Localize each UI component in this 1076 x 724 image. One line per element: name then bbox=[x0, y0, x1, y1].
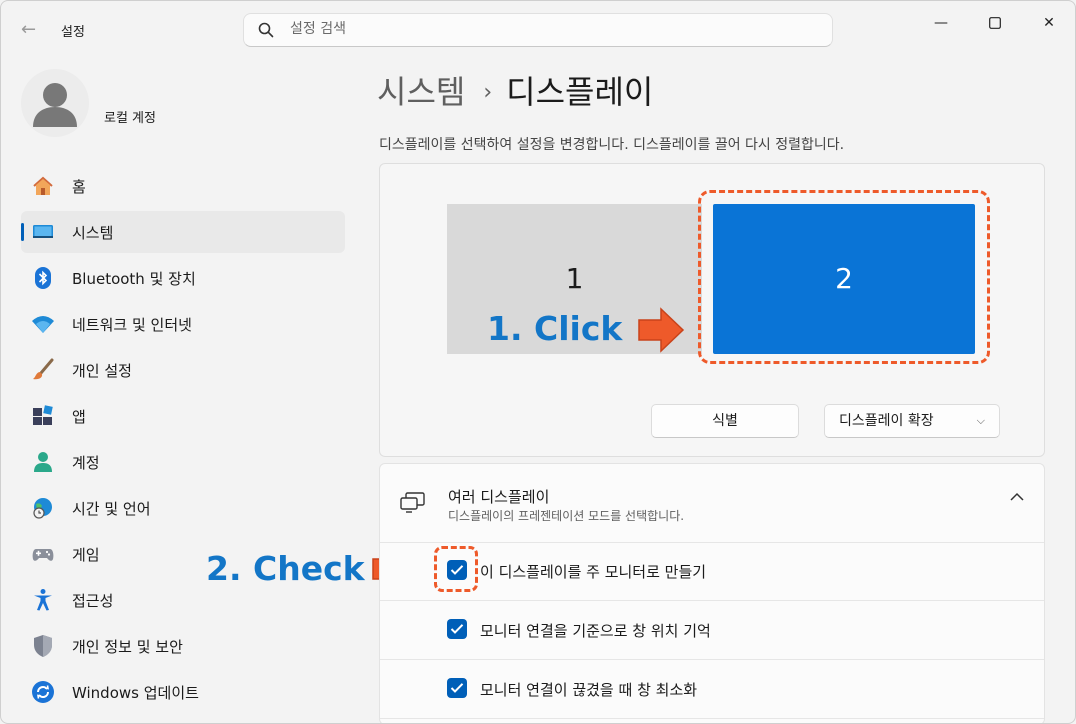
sidebar-item-label: 개인 설정 bbox=[72, 362, 132, 380]
sidebar-item-apps[interactable]: 앱 bbox=[21, 395, 345, 437]
active-indicator bbox=[21, 223, 24, 241]
sidebar-item-label: 개인 정보 및 보안 bbox=[72, 638, 183, 656]
sidebar-item-label: 계정 bbox=[72, 454, 100, 472]
display-arrangement-panel: 1 2 식별 디스플레이 확장 ⌵ bbox=[379, 163, 1045, 457]
accessibility-icon bbox=[31, 588, 55, 612]
gamepad-icon bbox=[31, 542, 55, 566]
app-title: 설정 bbox=[61, 25, 85, 40]
sidebar-item-bluetooth[interactable]: Bluetooth 및 장치 bbox=[21, 257, 345, 299]
multiple-displays-section: 여러 디스플레이 디스플레이의 프레젠테이션 모드를 선택합니다. 이 디스플레… bbox=[379, 463, 1045, 723]
minimize-button[interactable]: — bbox=[918, 9, 964, 37]
sidebar-item-label: 홈 bbox=[72, 178, 86, 196]
maximize-icon bbox=[989, 17, 1001, 29]
sidebar-item-system[interactable]: 시스템 bbox=[21, 211, 345, 253]
sidebar-item-time-language[interactable]: 시간 및 언어 bbox=[21, 487, 345, 529]
arrow-right-icon bbox=[638, 307, 685, 353]
arrangement-description: 디스플레이를 선택하여 설정을 변경합니다. 디스플레이를 끌어 다시 정렬합니… bbox=[379, 137, 845, 153]
sidebar-item-label: 시간 및 언어 bbox=[72, 500, 151, 518]
multiple-displays-subtitle: 디스플레이의 프레젠테이션 모드를 선택합니다. bbox=[448, 509, 685, 523]
checkbox-minimize-on-disconnect[interactable] bbox=[447, 678, 467, 698]
sidebar-item-windows-update[interactable]: Windows 업데이트 bbox=[21, 671, 345, 713]
sidebar-item-privacy-security[interactable]: 개인 정보 및 보안 bbox=[21, 625, 345, 667]
maximize-button[interactable] bbox=[972, 9, 1018, 37]
sidebar-item-label: 네트워크 및 인터넷 bbox=[72, 316, 192, 334]
display-mode-value: 디스플레이 확장 bbox=[839, 413, 934, 429]
sidebar-item-label: 앱 bbox=[72, 408, 86, 426]
multiple-displays-icon bbox=[400, 492, 426, 518]
sidebar-item-accounts[interactable]: 계정 bbox=[21, 441, 345, 483]
option-label: 이 디스플레이를 주 모니터로 만들기 bbox=[480, 563, 707, 581]
settings-window: ← 설정 — ✕ 로컬 계정 홈 시스템 bbox=[0, 0, 1076, 724]
home-icon bbox=[31, 174, 55, 198]
avatar[interactable] bbox=[21, 69, 89, 137]
annotation-step-2: 2. Check bbox=[206, 549, 365, 588]
check-highlight-box bbox=[434, 546, 478, 592]
shield-icon bbox=[31, 634, 55, 658]
brush-icon bbox=[31, 358, 55, 382]
apps-icon bbox=[31, 404, 55, 428]
profile-name: 로컬 계정 bbox=[104, 111, 156, 126]
search-box[interactable] bbox=[243, 13, 833, 47]
search-input[interactable] bbox=[288, 20, 792, 38]
breadcrumb-separator: › bbox=[483, 80, 493, 105]
multiple-displays-header[interactable]: 여러 디스플레이 디스플레이의 프레젠테이션 모드를 선택합니다. bbox=[380, 464, 1044, 543]
sidebar-nav: 홈 시스템 Bluetooth 및 장치 네트워크 및 인터넷 개인 설정 앱 … bbox=[21, 165, 345, 717]
option-label: 모니터 연결을 기준으로 창 위치 기억 bbox=[480, 622, 711, 640]
breadcrumb-parent[interactable]: 시스템 bbox=[377, 73, 465, 111]
system-icon bbox=[31, 220, 55, 244]
chevron-down-icon: ⌵ bbox=[976, 414, 985, 427]
sidebar-item-label: Windows 업데이트 bbox=[72, 684, 199, 702]
checkbox-remember-window-locations[interactable] bbox=[447, 619, 467, 639]
checkmark-icon bbox=[450, 624, 464, 634]
sidebar-item-label: Bluetooth 및 장치 bbox=[72, 270, 196, 288]
globe-clock-icon bbox=[31, 496, 55, 520]
sidebar-item-personalization[interactable]: 개인 설정 bbox=[21, 349, 345, 391]
option-main-display[interactable]: 이 디스플레이를 주 모니터로 만들기 bbox=[380, 542, 1044, 601]
page-title: 디스플레이 bbox=[506, 73, 654, 111]
identify-button[interactable]: 식별 bbox=[651, 404, 799, 438]
click-highlight-box bbox=[698, 190, 990, 364]
sidebar-item-network[interactable]: 네트워크 및 인터넷 bbox=[21, 303, 345, 345]
breadcrumb: 시스템 › 디스플레이 bbox=[377, 67, 653, 113]
option-minimize-on-disconnect[interactable]: 모니터 연결이 끊겼을 때 창 최소화 bbox=[380, 660, 1044, 719]
option-label: 모니터 연결이 끊겼을 때 창 최소화 bbox=[480, 681, 698, 699]
option-remember-window-locations[interactable]: 모니터 연결을 기준으로 창 위치 기억 bbox=[380, 601, 1044, 660]
sidebar-item-label: 시스템 bbox=[72, 224, 114, 242]
bluetooth-icon bbox=[31, 266, 55, 290]
wifi-icon bbox=[31, 312, 55, 336]
account-icon bbox=[31, 450, 55, 474]
search-icon bbox=[258, 22, 274, 42]
chevron-up-icon[interactable] bbox=[1010, 490, 1024, 506]
annotation-step-1: 1. Click bbox=[487, 309, 623, 348]
user-icon bbox=[33, 83, 77, 127]
sidebar-item-label: 게임 bbox=[72, 546, 100, 564]
update-icon bbox=[31, 680, 55, 704]
multiple-displays-title: 여러 디스플레이 bbox=[448, 488, 550, 506]
display-mode-dropdown[interactable]: 디스플레이 확장 ⌵ bbox=[824, 404, 1000, 438]
checkmark-icon bbox=[450, 683, 464, 693]
sidebar-item-home[interactable]: 홈 bbox=[21, 165, 345, 207]
close-button[interactable]: ✕ bbox=[1026, 9, 1072, 37]
back-icon[interactable]: ← bbox=[21, 19, 36, 40]
sidebar-item-label: 접근성 bbox=[72, 592, 114, 610]
